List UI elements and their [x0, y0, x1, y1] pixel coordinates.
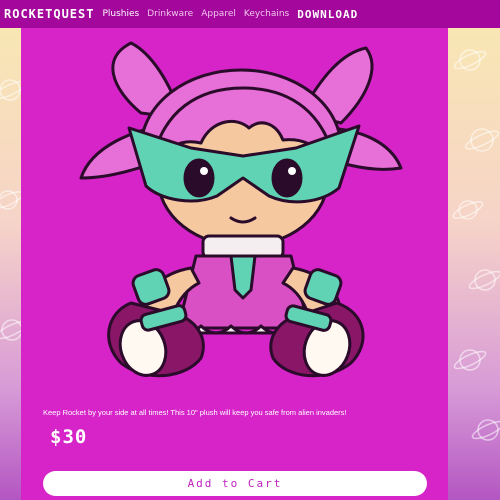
brand-logo[interactable]: ROCKETQUEST [4, 7, 94, 21]
product-image [79, 41, 403, 378]
product-description: Keep Rocket by your side at all times! T… [43, 408, 347, 417]
nav-link-apparel[interactable]: Apparel [201, 9, 236, 19]
planet-icon [468, 269, 500, 291]
planet-icon [453, 349, 487, 371]
navbar: ROCKETQUEST Plushies Drinkware Apparel K… [0, 0, 500, 28]
product-price: $30 [50, 426, 88, 448]
product-card: Keep Rocket by your side at all times! T… [21, 28, 448, 500]
planet-icon [464, 128, 500, 152]
nav-link-keychains[interactable]: Keychains [244, 9, 289, 19]
add-to-cart-button[interactable]: Add to Cart [43, 471, 427, 496]
nav-link-plushies[interactable]: Plushies [102, 9, 139, 19]
nav-download-link[interactable]: DOWNLOAD [297, 8, 358, 21]
planet-icon [452, 200, 484, 220]
planet-icon [453, 49, 487, 71]
planet-icon [471, 419, 500, 441]
nav-link-drinkware[interactable]: Drinkware [147, 9, 193, 19]
